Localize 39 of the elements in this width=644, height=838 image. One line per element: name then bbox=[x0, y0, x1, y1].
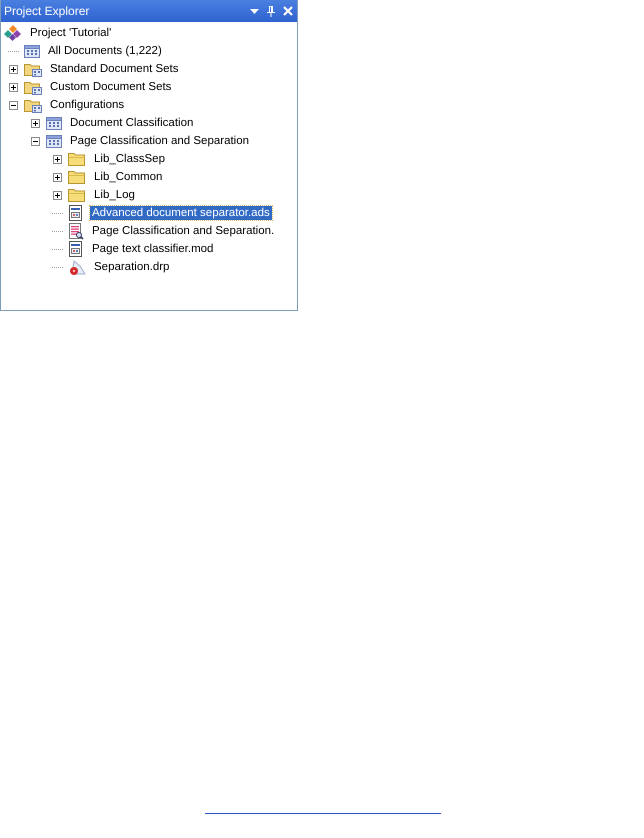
tree-item[interactable]: Page text classifier.mod bbox=[90, 242, 216, 256]
folder-icon bbox=[68, 187, 86, 203]
tree-item[interactable]: Configurations bbox=[48, 98, 126, 112]
collapse-icon[interactable] bbox=[9, 100, 18, 110]
folder-grid-icon bbox=[24, 61, 42, 77]
tree-item[interactable]: Lib_Log bbox=[92, 188, 137, 202]
tree-item[interactable]: Lib_Common bbox=[92, 170, 164, 184]
tree-item[interactable]: Page Classification and Separation. bbox=[90, 224, 276, 238]
expand-icon[interactable] bbox=[53, 154, 62, 164]
folder-icon bbox=[68, 169, 86, 185]
diamonds-icon bbox=[4, 24, 22, 42]
form-icon bbox=[68, 240, 84, 258]
form-icon bbox=[68, 204, 84, 222]
tree-item[interactable]: Page Classification and Separation bbox=[68, 134, 252, 148]
folder-grid-icon bbox=[24, 79, 42, 95]
tree-item[interactable]: Document Classification bbox=[68, 116, 196, 130]
tree-item[interactable]: Project 'Tutorial' bbox=[28, 26, 114, 40]
document-magnifier-icon bbox=[68, 222, 84, 240]
expand-icon[interactable] bbox=[53, 190, 62, 200]
expand-icon[interactable] bbox=[31, 118, 40, 128]
expand-icon[interactable] bbox=[9, 64, 18, 74]
panel-title: Project Explorer bbox=[4, 4, 90, 18]
tree-item[interactable]: Custom Document Sets bbox=[48, 80, 174, 94]
tree-item[interactable]: Standard Document Sets bbox=[48, 62, 180, 76]
grid-icon bbox=[46, 115, 62, 131]
expand-icon[interactable] bbox=[53, 172, 62, 182]
grid-icon bbox=[24, 43, 40, 59]
tree-item[interactable]: Advanced document separator.ads bbox=[90, 206, 272, 220]
pin-icon[interactable] bbox=[267, 6, 275, 16]
grid-icon bbox=[46, 133, 62, 149]
collapse-icon[interactable] bbox=[31, 136, 40, 146]
tree-item[interactable]: Lib_ClassSep bbox=[92, 152, 167, 166]
tree-item[interactable]: All Documents (1,222) bbox=[46, 44, 164, 58]
dropdown-icon[interactable] bbox=[250, 8, 259, 14]
folder-icon bbox=[68, 151, 86, 167]
folder-grid-icon bbox=[24, 97, 42, 113]
expand-icon[interactable] bbox=[9, 82, 18, 92]
tree-item[interactable]: Separation.drp bbox=[92, 260, 172, 274]
close-icon[interactable] bbox=[283, 6, 293, 16]
